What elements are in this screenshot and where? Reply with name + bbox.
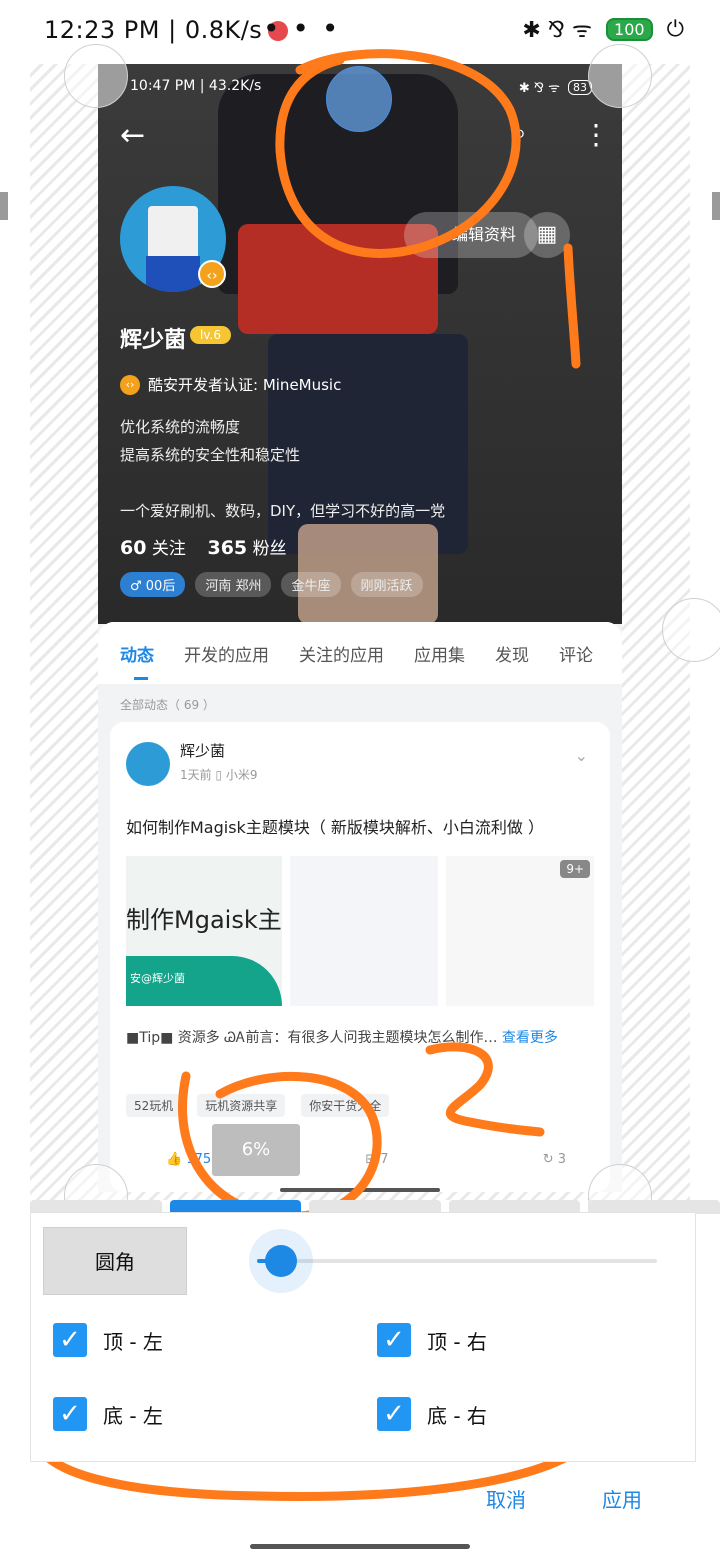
inner-screenshot: 10:47 PM | 43.2K/s ✱ ⅋ ᯤ 83 ← ⌕ ⋮ ‹› 编辑资… (98, 64, 622, 1192)
check-top-right[interactable]: ✓ 顶 - 右 (377, 1323, 487, 1357)
developer-cert: ‹› 酷安开发者认证: MineMusic (120, 374, 341, 395)
feed-count: 全部动态（ 69 ） (120, 698, 215, 712)
post-author[interactable]: 辉少菌 (180, 740, 225, 761)
touch-indicator (326, 66, 392, 132)
status-time: 12:23 PM | 0.8K/s (44, 16, 289, 44)
round-corner-button[interactable]: 圆角 (43, 1227, 187, 1295)
topic-chip[interactable]: 玩机资源共享 (197, 1094, 286, 1117)
status-icons: ✱ ⅋ ᯤ 100 ⏻ (522, 14, 684, 44)
radius-percent-toast: 6% (212, 1124, 300, 1176)
username: 辉少菌 (120, 328, 187, 353)
check-top-left[interactable]: ✓ 顶 - 左 (53, 1323, 163, 1357)
tab-followed-apps[interactable]: 关注的应用 (299, 641, 384, 666)
profile-tags: ♂ 00后 河南 郑州 金牛座 刚刚活跃 (120, 572, 423, 597)
bio-line-2: 提高系统的安全性和稳定性 (120, 446, 301, 464)
more-vert-icon[interactable]: ⋮ (582, 118, 610, 151)
check-label: 底 - 左 (103, 1403, 163, 1428)
inner-status-time: 10:47 PM | 43.2K/s (130, 78, 262, 94)
edit-profile-button[interactable]: 编辑资料 (404, 212, 538, 258)
signal-icons: ✱ ⅋ ᯤ (522, 18, 593, 43)
developer-badge-icon: ‹› (198, 260, 226, 288)
tab-app-collections[interactable]: 应用集 (414, 641, 465, 666)
checkbox-checked-icon[interactable]: ✓ (53, 1323, 87, 1357)
check-label: 底 - 右 (427, 1403, 487, 1428)
cover-text: 制作Mgaisk主题 (126, 906, 282, 934)
chevron-down-icon[interactable]: ⌄ (575, 746, 588, 765)
post-topics: 52玩机 玩机资源共享 你安干货大全 (126, 1094, 390, 1117)
check-label: 顶 - 右 (427, 1329, 487, 1354)
post-image-cover[interactable]: 制作Mgaisk主题 安@辉少菌 (126, 856, 282, 1006)
crop-handle-top-left[interactable] (64, 44, 128, 108)
tab-discover[interactable]: 发现 (495, 641, 529, 666)
post-title[interactable]: 如何制作Magisk主题模块（ 新版模块解析、小白流利做 ） (126, 814, 544, 838)
cert-icon: ‹› (120, 374, 140, 395)
profile-tabs: 动态 开发的应用 关注的应用 应用集 发现 评论 (98, 622, 622, 684)
back-arrow-icon[interactable]: ← (120, 118, 145, 153)
checkbox-checked-icon[interactable]: ✓ (53, 1397, 87, 1431)
checkbox-checked-icon[interactable]: ✓ (377, 1397, 411, 1431)
cover-byline: 安@辉少菌 (130, 972, 185, 985)
gesture-nav-bar[interactable] (250, 1544, 470, 1549)
check-bottom-right[interactable]: ✓ 底 - 右 (377, 1397, 487, 1431)
following-label[interactable]: 关注 (152, 539, 186, 559)
inner-status-icons: ✱ ⅋ ᯤ 83 (519, 78, 592, 96)
crop-handle-right[interactable] (662, 598, 720, 662)
tab-comments[interactable]: 评论 (559, 641, 593, 666)
alarm-icon: ⏻ (666, 16, 684, 42)
apply-button[interactable]: 应用 (602, 1484, 642, 1513)
check-bottom-left[interactable]: ✓ 底 - 左 (53, 1397, 163, 1431)
checkbox-checked-icon[interactable]: ✓ (377, 1323, 411, 1357)
more-images-count: 9+ (560, 860, 591, 878)
share-button[interactable]: ↻ 3 (543, 1152, 566, 1167)
like-button[interactable]: 👍 175 (166, 1152, 211, 1167)
post-meta: 1天前 ▯ 小米9 (180, 768, 258, 782)
bio-line-1: 优化系统的流畅度 (120, 418, 241, 436)
crop-handle-top-right[interactable] (588, 44, 652, 108)
avatar-face (148, 206, 198, 262)
post-image-2[interactable] (289, 856, 438, 1006)
tab-feed[interactable]: 动态 (120, 641, 154, 680)
search-icon[interactable]: ⌕ (512, 118, 527, 149)
follow-stats: 60 关注 365 粉丝 (120, 534, 287, 559)
topic-chip[interactable]: 52玩机 (126, 1094, 182, 1117)
tag-gender-age: ♂ 00后 (120, 572, 186, 597)
post-images[interactable]: 制作Mgaisk主题 安@辉少菌 9+ (126, 856, 595, 1006)
post-card[interactable]: 辉少菌 1天前 ▯ 小米9 ⌄ 如何制作Magisk主题模块（ 新版模块解析、小… (110, 722, 610, 1192)
level-badge: lv.6 (190, 326, 231, 344)
fans-label[interactable]: 粉丝 (253, 539, 287, 559)
slider-knob[interactable] (249, 1229, 313, 1293)
tab-dev-apps[interactable]: 开发的应用 (184, 641, 269, 666)
tag-activity: 刚刚活跃 (350, 572, 423, 597)
edge-marker-right (712, 192, 720, 220)
bio-line-3: 一个爱好刷机、数码，DIY，但学习不好的高一党 (120, 502, 446, 520)
post-avatar[interactable] (126, 742, 170, 786)
tag-location: 河南 郑州 (195, 572, 272, 597)
inner-gesture-bar (280, 1188, 440, 1192)
following-count[interactable]: 60 (120, 537, 146, 559)
topic-chip[interactable]: 你安干货大全 (301, 1094, 390, 1117)
read-more-link[interactable]: 查看更多 (502, 1030, 558, 1046)
dialog-actions: 取消 应用 (0, 1478, 720, 1518)
content-panel: 动态 开发的应用 关注的应用 应用集 发现 评论 全部动态（ 69 ） 辉少菌 … (98, 622, 622, 1192)
post-excerpt: ■Tip■ 资源多 ᏊᎪ前言：有很多人问我主题模块怎么制作… 查看更多 (126, 1030, 558, 1046)
tag-zodiac: 金牛座 (281, 572, 341, 597)
radius-slider[interactable] (249, 1229, 657, 1293)
cancel-button[interactable]: 取消 (486, 1484, 526, 1513)
corner-radius-dialog: 圆角 ✓ 顶 - 左 ✓ 顶 - 右 ✓ 底 - 左 ✓ 底 - 右 (30, 1212, 696, 1462)
qr-code-icon[interactable]: ▦ (524, 212, 570, 258)
battery-icon: 100 (606, 17, 653, 41)
avatar-body (146, 256, 200, 292)
notification-dots: • • • (263, 12, 341, 45)
edge-marker-left (0, 192, 8, 220)
comment-button[interactable]: ⊟ 7 (365, 1152, 388, 1167)
fans-count[interactable]: 365 (207, 537, 247, 559)
check-label: 顶 - 左 (103, 1329, 163, 1354)
post-image-3[interactable]: 9+ (445, 856, 595, 1006)
profile-header: 10:47 PM | 43.2K/s ✱ ⅋ ᯤ 83 ← ⌕ ⋮ ‹› 编辑资… (98, 64, 622, 624)
